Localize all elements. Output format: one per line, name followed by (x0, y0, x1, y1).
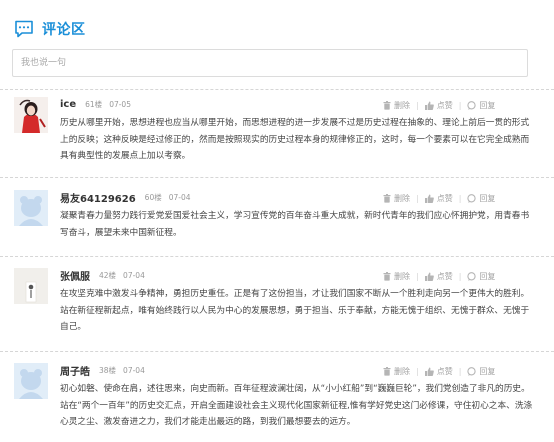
comment-section-title: 评论区 (42, 22, 86, 38)
divider (0, 256, 554, 257)
comment-username[interactable]: 易友64129626 (60, 190, 136, 205)
thumbs-up-icon (424, 272, 434, 281)
trash-icon (383, 271, 391, 281)
comment-username[interactable]: 张佩服 (60, 268, 90, 283)
action-separator: | (416, 271, 419, 281)
delete-label: 删除 (394, 100, 410, 110)
delete-label: 删除 (394, 271, 410, 281)
avatar[interactable] (14, 268, 48, 304)
reply-bubble-icon (467, 193, 477, 203)
reply-bubble-icon (467, 366, 477, 376)
comment-date: 07-04 (168, 192, 191, 202)
reply-bubble-icon (467, 100, 477, 110)
comment-meta: 易友64129626 60楼 07-04 (60, 189, 191, 205)
action-separator: | (458, 271, 462, 281)
delete-button[interactable]: 删除 (383, 100, 410, 111)
comment-text: 凝聚青春力量努力践行爱党爱国爱社会主义，学习宣传党的百年奋斗重大成就，新时代青年… (60, 211, 530, 238)
comment-meta: ice 61楼 07-05 (60, 96, 131, 112)
action-separator: | (458, 366, 462, 376)
like-label: 点赞 (436, 271, 453, 281)
comment-floor: 42楼 (99, 270, 117, 280)
like-label: 点赞 (436, 366, 453, 376)
comment-date: 07-04 (123, 270, 145, 280)
reply-button[interactable]: 回复 (467, 366, 495, 377)
reply-label: 回复 (479, 366, 496, 376)
reply-button[interactable]: 回复 (467, 100, 495, 111)
like-button[interactable]: 点赞 (424, 366, 453, 377)
delete-label: 删除 (394, 193, 410, 203)
trash-icon (383, 366, 391, 376)
reply-label: 回复 (479, 193, 496, 203)
divider (0, 89, 554, 90)
comment-actions: 删除 | 点赞 | 回复 (383, 268, 495, 284)
comment-username[interactable]: 周子皓 (60, 363, 90, 378)
avatar[interactable] (14, 97, 48, 133)
comment-section-header: 评论区 (14, 18, 86, 40)
action-separator: | (458, 193, 462, 203)
reply-button[interactable]: 回复 (467, 271, 495, 282)
reply-bubble-icon (467, 271, 477, 281)
delete-button[interactable]: 删除 (383, 193, 410, 204)
delete-button[interactable]: 删除 (383, 366, 410, 377)
comment-input-box (12, 49, 528, 77)
like-label: 点赞 (436, 193, 453, 203)
action-separator: | (416, 100, 419, 110)
comment-text: 在攻坚克难中激发斗争精神，勇担历史重任。正是有了这份担当，才让我们国家不断从一个… (60, 289, 530, 332)
thumbs-up-icon (424, 194, 434, 203)
thumbs-up-icon (424, 367, 434, 376)
comment-actions: 删除 | 点赞 | 回复 (383, 97, 495, 113)
comment-meta: 张佩服 42楼 07-04 (60, 267, 145, 283)
reply-button[interactable]: 回复 (467, 193, 495, 204)
comment-floor: 61楼 (85, 99, 103, 109)
comment-text: 历史从哪里开始，思想进程也应当从哪里开始，而思想进程的进一步发展不过是历史过程在… (60, 118, 530, 161)
default-avatar-icon[interactable] (14, 363, 48, 399)
like-label: 点赞 (436, 100, 453, 110)
chat-bubble-icon (15, 20, 33, 38)
comment-floor: 60楼 (144, 192, 162, 202)
comment-date: 07-05 (109, 99, 131, 109)
comment-username[interactable]: ice (60, 99, 76, 110)
reply-label: 回复 (479, 271, 496, 281)
comment-actions: 删除 | 点赞 | 回复 (383, 363, 495, 379)
divider (0, 177, 554, 178)
comment-floor: 38楼 (99, 365, 117, 375)
reply-label: 回复 (479, 100, 496, 110)
like-button[interactable]: 点赞 (424, 193, 453, 204)
divider (0, 351, 554, 352)
comment-date: 07-04 (123, 365, 145, 375)
like-button[interactable]: 点赞 (424, 271, 453, 282)
trash-icon (383, 193, 391, 203)
trash-icon (383, 100, 391, 110)
action-separator: | (416, 366, 419, 376)
action-separator: | (416, 193, 419, 203)
thumbs-up-icon (424, 101, 434, 110)
comment-actions: 删除 | 点赞 | 回复 (383, 190, 495, 206)
comment-text: 初心如磐、使命在肩，述往思来，向史而新。百年征程波澜壮阔，从“小小红船”到“巍巍… (60, 384, 533, 427)
delete-button[interactable]: 删除 (383, 271, 410, 282)
comment-meta: 周子皓 38楼 07-04 (60, 362, 145, 378)
delete-label: 删除 (394, 366, 410, 376)
action-separator: | (458, 100, 462, 110)
default-avatar-icon[interactable] (14, 190, 48, 226)
like-button[interactable]: 点赞 (424, 100, 453, 111)
comment-input[interactable] (13, 50, 527, 76)
